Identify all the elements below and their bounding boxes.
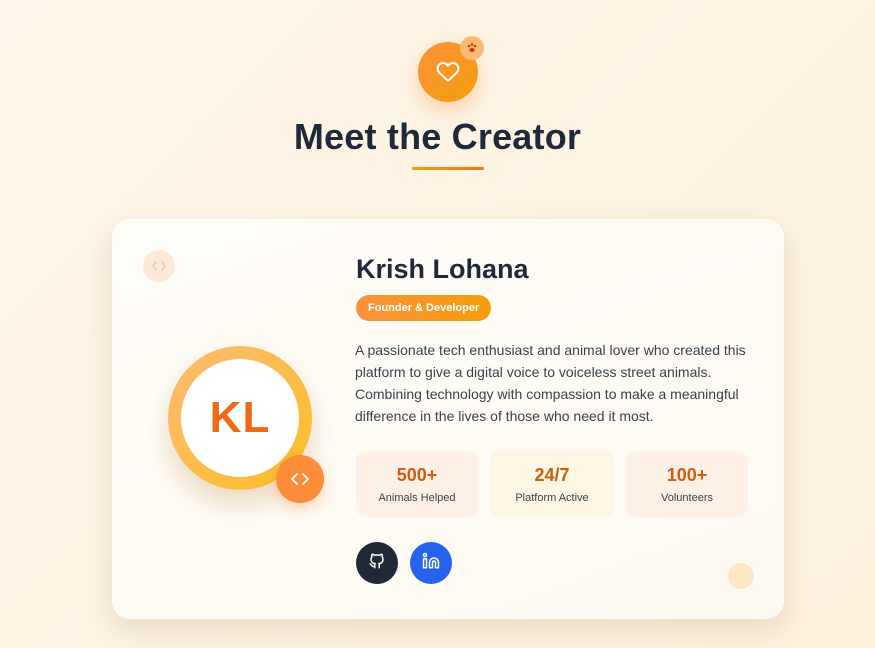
page-title: Meet the Creator xyxy=(293,116,582,157)
stat-value: 500+ xyxy=(396,464,438,485)
linkedin-button[interactable] xyxy=(410,542,452,584)
stat-card: 100+ Volunteers xyxy=(626,451,748,517)
deco-dot xyxy=(728,563,754,589)
code-icon xyxy=(276,455,324,503)
creator-bio: A passionate tech enthusiast and animal … xyxy=(355,342,746,424)
linkedin-icon xyxy=(422,552,440,575)
stat-card: 24/7 Platform Active xyxy=(490,451,614,517)
stat-card: 500+ Animals Helped xyxy=(356,451,478,517)
stat-label: Animals Helped xyxy=(378,491,456,504)
stat-value: 24/7 xyxy=(534,464,570,485)
avatar-initials: KL xyxy=(181,359,299,477)
stats-row: 500+ Animals Helped 24/7 Platform Active… xyxy=(356,451,748,517)
github-icon xyxy=(368,552,386,575)
code-deco-icon xyxy=(143,250,175,282)
role-badge: Founder & Developer xyxy=(356,295,492,321)
github-button[interactable] xyxy=(356,542,398,584)
creator-card: KL Krish Lohana Founder & Developer A pa… xyxy=(112,219,784,619)
title-underline xyxy=(412,167,484,170)
paw-icon xyxy=(460,36,484,60)
hero-icon-wrap xyxy=(418,36,484,102)
stat-label: Platform Active xyxy=(515,491,589,504)
stat-value: 100+ xyxy=(666,464,708,485)
creator-name: Krish Lohana xyxy=(356,254,529,284)
stat-label: Volunteers xyxy=(661,491,713,504)
